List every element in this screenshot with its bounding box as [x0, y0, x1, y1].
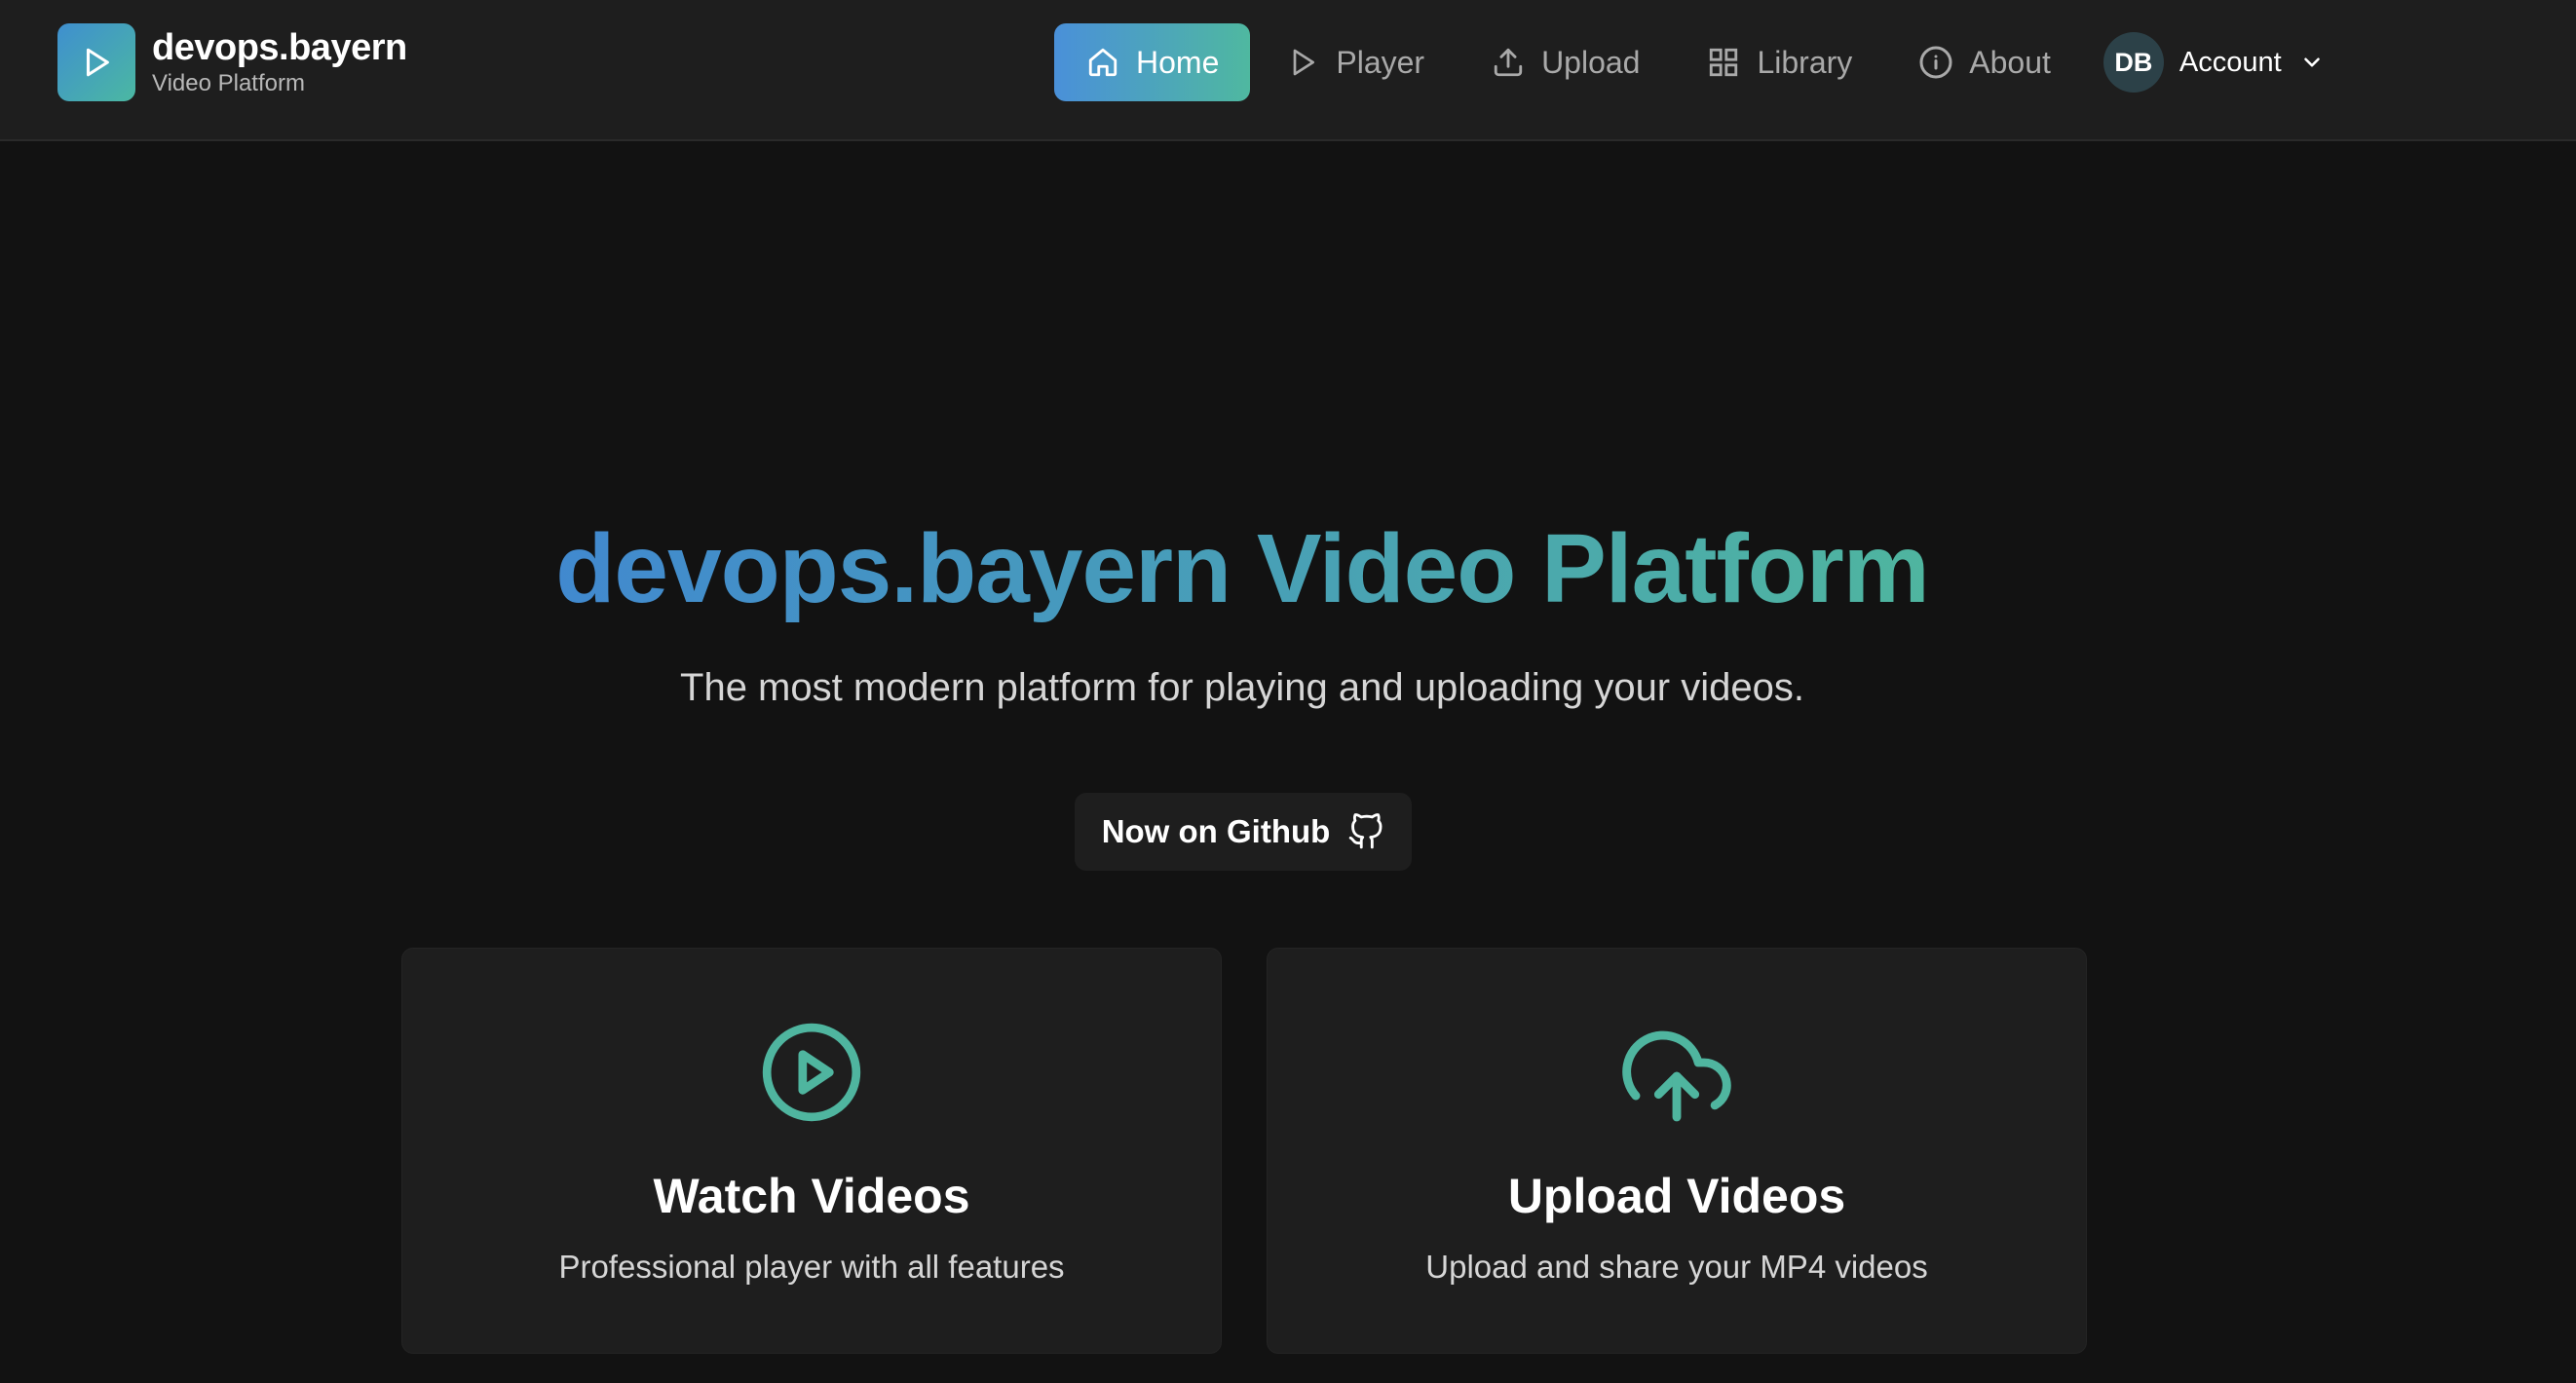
main-nav: Home Player Upload Library About DB Acco… [1054, 23, 2325, 101]
nav-player-label: Player [1336, 44, 1425, 80]
upload-videos-title: Upload Videos [1507, 1169, 1846, 1223]
hero-subtitle: The most modern platform for playing and… [680, 666, 1804, 709]
nav-about[interactable]: About [1887, 23, 2082, 101]
hero-title: devops.bayern Video Platform [555, 514, 1929, 623]
nav-upload-label: Upload [1541, 44, 1641, 80]
info-icon [1918, 45, 1953, 80]
grid-icon [1706, 45, 1741, 80]
brand-subtitle: Video Platform [152, 70, 305, 96]
chevron-down-icon [2299, 50, 2325, 75]
watch-videos-card[interactable]: Watch Videos Professional player with al… [401, 948, 1222, 1354]
avatar: DB [2102, 32, 2164, 93]
logo-play-icon [57, 23, 135, 101]
brand-link[interactable]: devops.bayern Video Platform [57, 23, 407, 101]
watch-videos-title: Watch Videos [653, 1169, 970, 1223]
upload-videos-description: Upload and share your MP4 videos [1425, 1249, 1928, 1285]
account-label: Account [2178, 46, 2282, 78]
nav-home[interactable]: Home [1054, 23, 1251, 101]
upload-videos-card[interactable]: Upload Videos Upload and share your MP4 … [1267, 948, 2087, 1354]
nav-about-label: About [1969, 44, 2051, 80]
nav-home-label: Home [1136, 44, 1220, 80]
play-circle-icon [402, 1019, 1221, 1126]
cloud-upload-icon [1268, 1019, 2086, 1134]
watch-videos-description: Professional player with all features [558, 1249, 1065, 1285]
brand-name: devops.bayern [152, 27, 407, 68]
account-menu[interactable]: DB Account [2086, 23, 2325, 101]
github-button[interactable]: Now on Github [1075, 793, 1412, 871]
nav-upload[interactable]: Upload [1459, 23, 1671, 101]
upload-icon [1491, 45, 1526, 80]
home-icon [1085, 45, 1120, 80]
play-icon [1285, 45, 1320, 80]
github-button-label: Now on Github [1101, 813, 1331, 849]
nav-player[interactable]: Player [1254, 23, 1456, 101]
top-navbar: devops.bayern Video Platform Home Player… [0, 0, 2576, 141]
github-icon [1347, 813, 1384, 850]
nav-library[interactable]: Library [1675, 23, 1883, 101]
nav-library-label: Library [1757, 44, 1853, 80]
